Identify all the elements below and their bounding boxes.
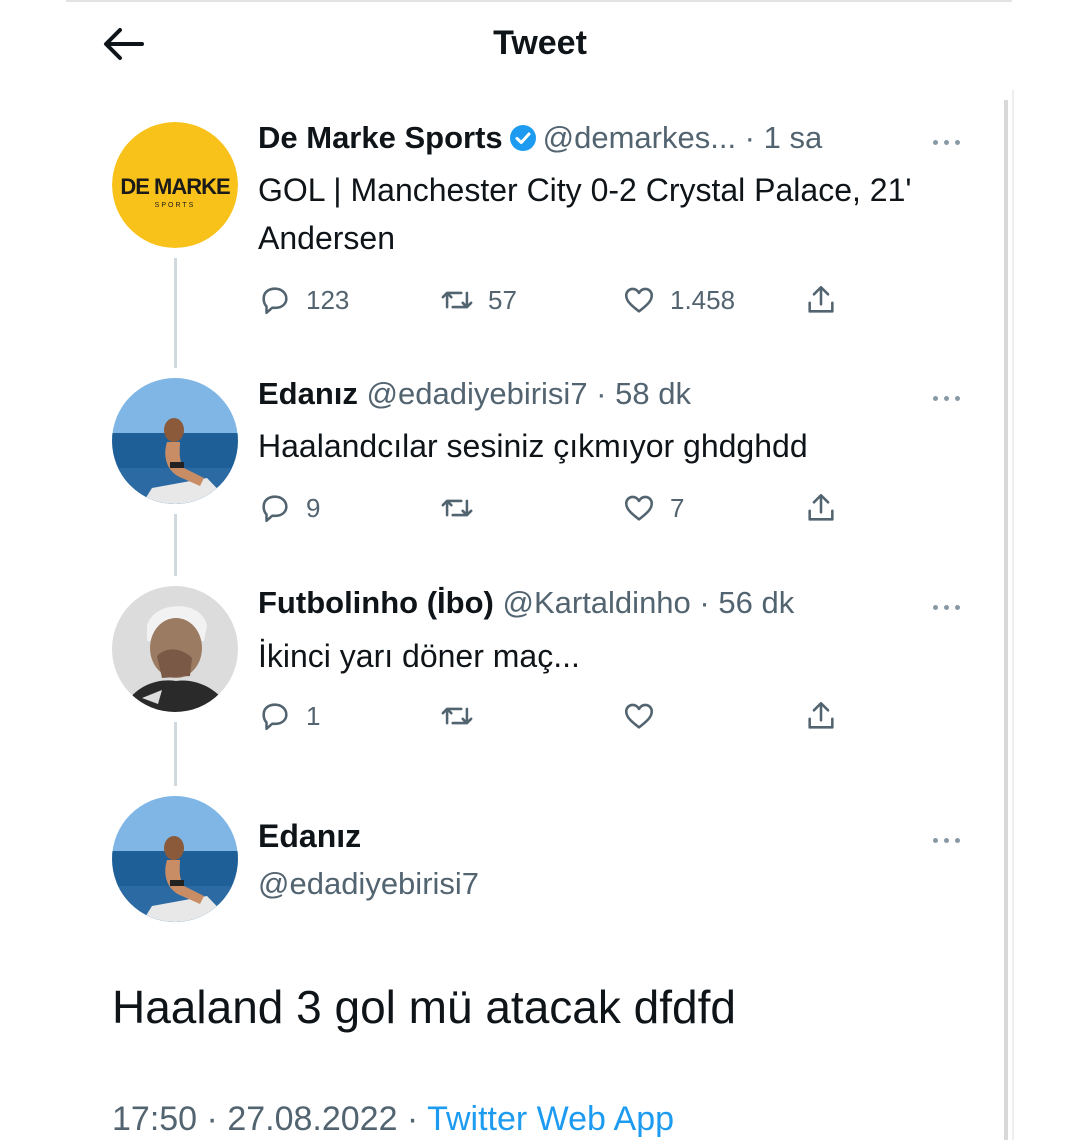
display-name[interactable]: Edanız [258,376,358,411]
de-marke-logo: DE MARKE SPORTS [112,122,238,248]
tweet-header: Futbolinho (İbo) @Kartaldinho · 56 dk [258,585,794,621]
like-count: 1.458 [670,284,736,315]
user-handle[interactable]: @demarkes... [543,120,736,155]
avatar[interactable] [112,378,238,504]
tweet-actions: 9 7 [258,488,858,528]
timestamp[interactable]: 58 dk [615,376,691,411]
share-icon [808,701,834,729]
reply-icon [262,703,288,731]
divider [66,0,1012,2]
tweet-header: Edanız @edadiyebirisi7 · 58 dk [258,376,691,412]
avatar[interactable] [112,796,238,922]
like-count: 7 [670,492,685,523]
profile-photo [112,378,238,504]
more-icon[interactable] [930,597,966,611]
like-icon [624,703,654,729]
share-button[interactable] [804,280,838,320]
retweet-button[interactable]: 57 [440,280,517,320]
retweet-icon [441,707,473,725]
reply-icon [262,495,288,523]
scrollbar-track[interactable] [1004,100,1008,1140]
main-tweet-text: Haaland 3 gol mü atacak dfdfd [112,981,736,1033]
share-icon [808,493,834,521]
share-button[interactable] [804,696,838,736]
user-handle[interactable]: @edadiyebirisi7 [258,866,479,902]
reply-button[interactable]: 123 [258,280,349,320]
source-app-link[interactable]: Twitter Web App [427,1100,674,1138]
separator: · [397,1100,428,1138]
tweet-text: Haalandcılar sesiniz çıkmıyor ghdghdd [258,428,808,464]
profile-photo [112,586,238,712]
more-icon[interactable] [930,388,966,402]
separator: · [197,1100,228,1138]
thread-line [174,514,177,576]
thread-line [174,722,177,786]
like-button[interactable]: 1.458 [622,280,735,320]
tweet-page: Tweet DE MARKE SPORTS De Marke Sports @de… [0,0,1080,1140]
divider [1012,90,1014,1140]
like-button[interactable]: 7 [622,488,684,528]
display-name[interactable]: De Marke Sports [258,120,503,155]
user-handle[interactable]: @Kartaldinho [502,585,690,620]
like-button[interactable] [622,696,656,736]
reply-button[interactable]: 9 [258,488,320,528]
timestamp[interactable]: 1 sa [764,120,823,155]
more-icon[interactable] [930,132,966,146]
like-icon [624,287,654,313]
tweet-text: GOL | Manchester City 0-2 Crystal Palace… [258,172,912,256]
like-icon [624,495,654,521]
retweet-count: 57 [488,284,517,315]
page-title: Tweet [493,24,587,62]
retweet-icon [441,499,473,517]
svg-text:DE MARKE: DE MARKE [120,174,230,199]
display-name[interactable]: Futbolinho (İbo) [258,585,494,620]
avatar[interactable] [112,586,238,712]
retweet-icon [441,291,473,309]
share-icon [808,285,834,313]
svg-text:SPORTS: SPORTS [155,202,196,209]
reply-button[interactable]: 1 [258,696,320,736]
tweet-date: 27.08.2022 [227,1100,398,1138]
tweet-actions: 1 [258,696,858,736]
reply-count: 123 [306,284,350,315]
avatar[interactable]: DE MARKE SPORTS [112,122,238,248]
reply-icon [262,287,288,315]
retweet-button[interactable] [440,488,488,528]
tweet-actions: 123 57 1.458 [258,280,858,320]
tweet-header: De Marke Sports @demarkes... · 1 sa [258,120,822,156]
separator: · [690,585,719,620]
reply-count: 1 [306,700,321,731]
user-handle[interactable]: @edadiyebirisi7 [367,376,588,411]
thread-line [174,258,177,368]
tweet-time: 17:50 [112,1100,198,1138]
separator: · [587,376,616,411]
reply-count: 9 [306,492,321,523]
tweet-timestamp: 17:50 · 27.08.2022 · Twitter Web App [112,1100,674,1139]
verified-badge-icon [509,125,536,151]
display-name[interactable]: Edanız [258,818,361,855]
tweet-text: İkinci yarı döner maç... [258,638,580,674]
profile-photo [112,796,238,922]
retweet-button[interactable] [440,696,474,736]
share-button[interactable] [804,488,838,528]
more-icon[interactable] [930,830,966,844]
timestamp[interactable]: 56 dk [718,585,794,620]
separator: · [736,120,764,155]
